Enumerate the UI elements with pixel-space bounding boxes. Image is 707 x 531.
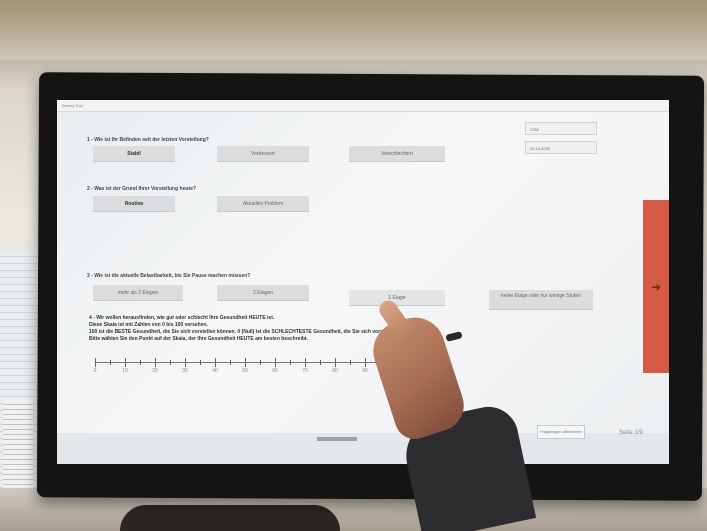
q3-option-1-etage[interactable]: 1 Etage: [349, 290, 445, 306]
question-1-text: 1 - Wie ist Ihr Befinden seit der letzte…: [87, 137, 209, 143]
scale-tick: [200, 360, 201, 365]
progress-indicator: [317, 437, 357, 441]
wall-background: [0, 0, 707, 60]
health-scale-slider[interactable]: 0 10 20 30 40 50 60 70 80 90: [93, 355, 396, 377]
scale-tick: [95, 358, 96, 367]
scale-tick: [215, 358, 216, 367]
window-titlebar: Survey Tool: [57, 100, 669, 112]
scale-tick: [290, 360, 291, 365]
scale-label: 90: [362, 368, 368, 374]
page-indicator: Seite 1/9: [619, 430, 643, 436]
scale-tick: [305, 358, 306, 367]
question-3-text: 3 - Wie ist die aktuelle Belastbarkeit, …: [87, 273, 251, 279]
question-2-text: 2 - Was ist der Grund Ihrer Vorstellung …: [87, 186, 196, 192]
scale-label: 40: [212, 368, 218, 374]
scale-tick: [155, 358, 156, 367]
scale-label: 60: [272, 368, 278, 374]
q1-option-stabil[interactable]: Stabil: [93, 146, 175, 162]
patient-id-field[interactable]: 1762: [525, 122, 597, 135]
scale-tick: [170, 360, 171, 365]
touchscreen: Survey Tool 1762 23.10.2020 1 - Wie ist …: [57, 100, 669, 464]
q2-option-routine[interactable]: Routine: [93, 196, 175, 212]
date-field[interactable]: 23.10.2020: [525, 141, 597, 154]
q2-option-aktuelles-problem[interactable]: Aktuelles Problem: [217, 196, 309, 212]
scale-label: 50: [242, 368, 248, 374]
q3-option-mehr-als-2[interactable]: mehr als 2 Etagen: [93, 285, 183, 301]
scale-tick: [335, 358, 336, 367]
scale-tick: [140, 360, 141, 365]
question-4-scale-note: Diese Skala ist mit Zahlen von 0 bis 100…: [89, 322, 208, 328]
q1-option-verbessert[interactable]: Verbessert: [217, 146, 309, 162]
scale-label: 70: [302, 368, 308, 374]
scale-tick: [245, 358, 246, 367]
cancel-questionnaire-button[interactable]: Fragebogen abbrechen: [537, 425, 585, 439]
scale-label: 0: [93, 368, 97, 374]
next-page-button[interactable]: ➔: [643, 200, 669, 373]
scale-tick: [185, 358, 186, 367]
scale-tick: [260, 360, 261, 365]
q3-option-keine-etage[interactable]: keine Etage oder nur wenige Stufen: [489, 290, 593, 310]
question-4-text: 4 - Wir wollen herausfinden, wie gut ode…: [89, 315, 275, 321]
foreground-object: [120, 505, 340, 531]
scale-label: 10: [122, 368, 128, 374]
q3-option-2-etagen[interactable]: 2 Etagen: [217, 285, 309, 301]
scale-label: 80: [332, 368, 338, 374]
scale-tick: [350, 360, 351, 365]
scale-tick: [230, 360, 231, 365]
scale-tick: [320, 360, 321, 365]
scale-tick: [125, 358, 126, 367]
scale-label: 30: [182, 368, 188, 374]
scale-tick: [365, 358, 366, 367]
scale-tick: [275, 358, 276, 367]
scale-tick: [110, 360, 111, 365]
q1-option-verschlechtert[interactable]: Verschlechtert: [349, 146, 445, 162]
arrow-right-icon: ➔: [651, 280, 662, 294]
scale-label: 20: [152, 368, 158, 374]
